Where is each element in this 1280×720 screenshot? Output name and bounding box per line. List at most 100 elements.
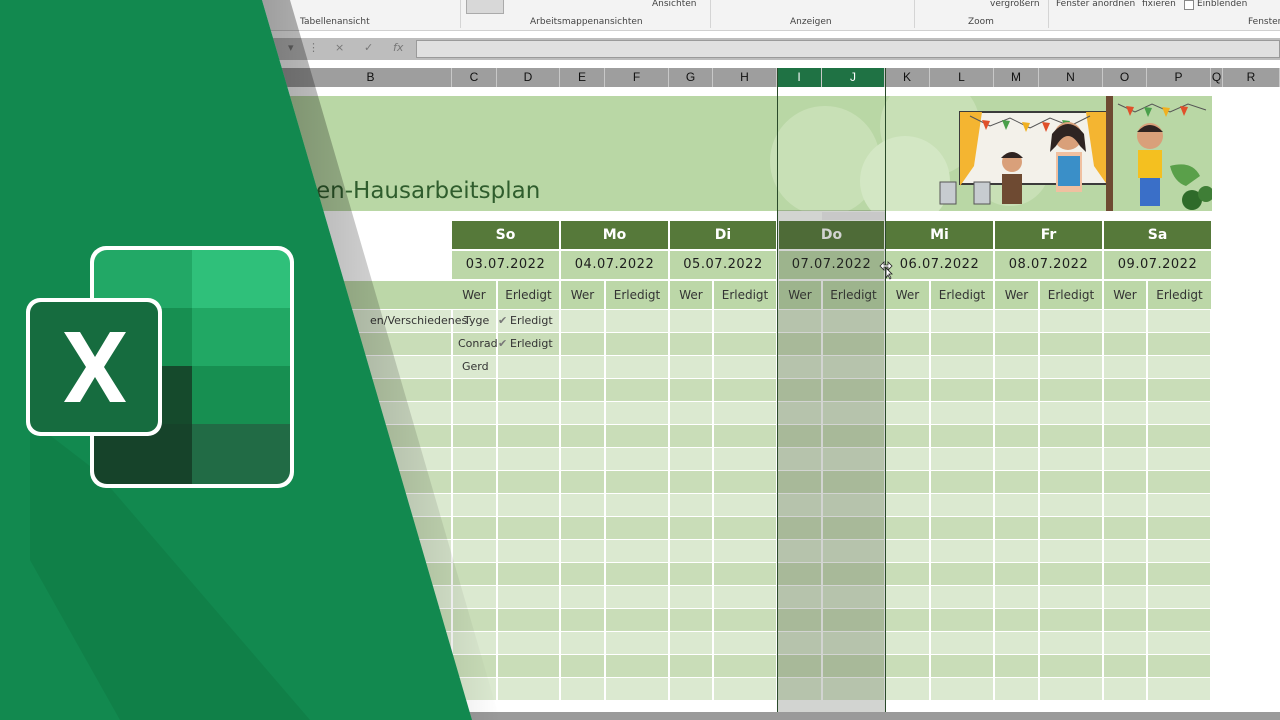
column-header-d[interactable]: D xyxy=(497,68,560,87)
subheader-wer[interactable]: Wer xyxy=(886,281,929,309)
table-row[interactable] xyxy=(290,540,1211,562)
subheader-erledigt[interactable]: Erledigt xyxy=(714,281,776,309)
name-box-dropdown-icon[interactable]: ▾ xyxy=(288,41,294,54)
ribbon-vergroessern[interactable]: vergrößern xyxy=(990,0,1040,9)
row-label: en/Verschiedenes xyxy=(370,314,468,327)
grid-divider xyxy=(604,310,606,701)
grid-divider xyxy=(993,310,995,701)
ribbon-separator xyxy=(710,0,711,28)
table-row[interactable] xyxy=(290,494,1211,516)
date-cell[interactable]: 05.07.2022 xyxy=(670,251,776,279)
group-label-fenster: Fenster xyxy=(1248,17,1280,27)
table-row[interactable] xyxy=(290,402,1211,424)
column-header-r[interactable]: R xyxy=(1223,68,1280,87)
subheader-wer[interactable]: Wer xyxy=(670,281,712,309)
subheader-wer[interactable]: Wer xyxy=(995,281,1038,309)
column-header-h[interactable]: H xyxy=(713,68,777,87)
subheader-erledigt[interactable]: Erledigt xyxy=(606,281,668,309)
subheader-wer[interactable]: Wer xyxy=(561,281,604,309)
day-header-so[interactable]: So xyxy=(452,221,559,249)
subheader-wer[interactable]: Wer xyxy=(452,281,496,309)
selection-border xyxy=(777,68,778,713)
table-row[interactable] xyxy=(290,563,1211,585)
ribbon-fixieren[interactable]: fixieren xyxy=(1142,0,1176,9)
ribbon-fenster-anordnen[interactable]: Fenster anordnen xyxy=(1056,0,1135,9)
table-row[interactable] xyxy=(290,379,1211,401)
done-cell[interactable]: Erledigt xyxy=(510,333,553,355)
column-header-p[interactable]: P xyxy=(1147,68,1211,87)
table-row[interactable] xyxy=(290,586,1211,608)
date-cell[interactable]: 09.07.2022 xyxy=(1104,251,1211,279)
grid-divider xyxy=(929,310,931,701)
grid-divider xyxy=(1038,310,1040,701)
subheader-erledigt[interactable]: Erledigt xyxy=(931,281,993,309)
subheader-erledigt[interactable]: Erledigt xyxy=(1148,281,1211,309)
horizontal-scrollbar[interactable] xyxy=(0,712,1280,720)
column-header-q[interactable]: Q xyxy=(1211,68,1223,87)
who-cell[interactable]: Tyge xyxy=(464,310,489,332)
table-row[interactable] xyxy=(290,609,1211,631)
table-row[interactable] xyxy=(290,655,1211,677)
table-row[interactable] xyxy=(290,333,1211,355)
column-header-b[interactable]: B xyxy=(290,68,452,87)
column-header-i[interactable]: I xyxy=(777,68,822,87)
function-icon[interactable]: fx xyxy=(393,41,403,54)
table-row[interactable] xyxy=(290,356,1211,378)
ribbon: Tabellenansicht Ansichten Arbeitsmappena… xyxy=(0,0,1280,31)
table-row[interactable] xyxy=(290,425,1211,447)
ribbon-einblenden[interactable]: Einblenden xyxy=(1197,0,1247,9)
date-cell[interactable]: 06.07.2022 xyxy=(886,251,993,279)
formula-input[interactable] xyxy=(416,40,1280,58)
column-header-k[interactable]: K xyxy=(885,68,930,87)
column-header-j[interactable]: J xyxy=(822,68,885,87)
day-header-mi[interactable]: Mi xyxy=(886,221,993,249)
subheader-erledigt[interactable]: Erledigt xyxy=(498,281,559,309)
subheader-wer[interactable]: Wer xyxy=(1104,281,1146,309)
cursor-resize-icon xyxy=(879,261,893,280)
formula-bar-dots-icon: ⋮ xyxy=(308,41,319,54)
cancel-icon[interactable]: × xyxy=(335,41,344,54)
subheader-erledigt[interactable]: Erledigt xyxy=(1040,281,1102,309)
grid-divider xyxy=(668,310,670,701)
enter-icon[interactable]: ✓ xyxy=(364,41,373,54)
label-subheader xyxy=(290,281,452,309)
excel-x-icon xyxy=(64,332,126,402)
grid-divider xyxy=(1102,310,1104,701)
check-icon: ✔ xyxy=(498,314,508,327)
who-cell[interactable]: Gerd xyxy=(462,356,489,378)
day-header-sa[interactable]: Sa xyxy=(1104,221,1211,249)
table-row[interactable] xyxy=(290,448,1211,470)
who-cell[interactable]: Conrad xyxy=(458,333,498,355)
table-row[interactable] xyxy=(290,517,1211,539)
group-label-tabellenansicht: Tabellenansicht xyxy=(300,17,370,27)
column-header-m[interactable]: M xyxy=(994,68,1039,87)
day-header-di[interactable]: Di xyxy=(670,221,776,249)
column-header-n[interactable]: N xyxy=(1039,68,1103,87)
date-cell[interactable]: 08.07.2022 xyxy=(995,251,1102,279)
ribbon-separator xyxy=(1048,0,1049,28)
ribbon-ansichten[interactable]: Ansichten xyxy=(652,0,696,9)
column-headers: B C D E F G H I J K L M N O P Q R xyxy=(0,68,1280,87)
table-row[interactable] xyxy=(290,632,1211,654)
date-cell[interactable]: 04.07.2022 xyxy=(561,251,668,279)
formula-bar: ▾ ⋮ × ✓ fx xyxy=(0,38,1280,60)
einblenden-checkbox[interactable] xyxy=(1184,0,1194,10)
column-header-e[interactable]: E xyxy=(560,68,605,87)
selection-border xyxy=(885,68,886,713)
day-header-fr[interactable]: Fr xyxy=(995,221,1102,249)
grid-divider xyxy=(1210,310,1212,701)
column-header-l[interactable]: L xyxy=(930,68,994,87)
date-cell[interactable]: 03.07.2022 xyxy=(452,251,559,279)
done-cell[interactable]: Erledigt xyxy=(510,310,553,332)
grid-divider xyxy=(712,310,714,701)
column-header-g[interactable]: G xyxy=(669,68,713,87)
family-illustration-icon xyxy=(939,96,1212,211)
column-header-f[interactable]: F xyxy=(605,68,669,87)
day-header-mo[interactable]: Mo xyxy=(561,221,668,249)
label-header-blank xyxy=(290,221,452,279)
table-row[interactable] xyxy=(290,471,1211,493)
view-thumbnail-icon[interactable] xyxy=(466,0,504,14)
table-row[interactable] xyxy=(290,678,1211,700)
column-header-o[interactable]: O xyxy=(1103,68,1147,87)
column-header-c[interactable]: C xyxy=(452,68,497,87)
